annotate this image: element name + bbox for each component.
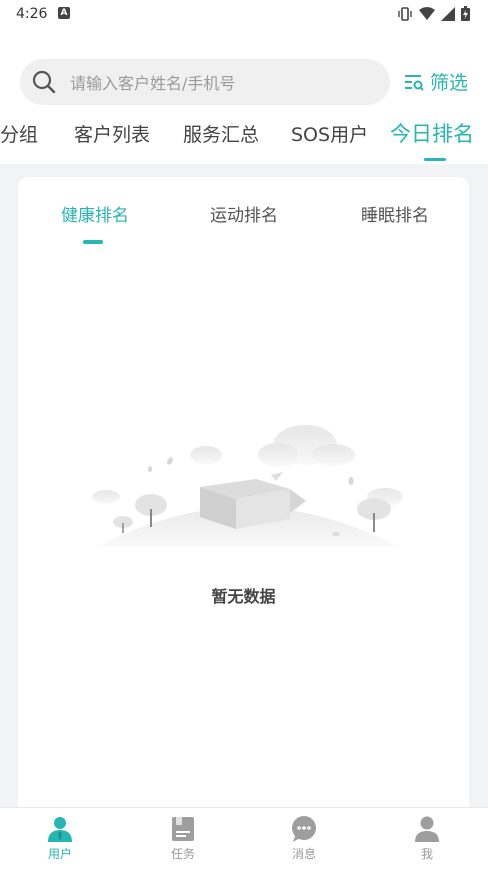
tab-sos-users[interactable]: SOS用户 xyxy=(291,120,368,147)
task-icon xyxy=(172,817,194,841)
nav-item-messages[interactable]: 消息 xyxy=(264,816,344,862)
nav-label-me: 我 xyxy=(420,847,433,861)
search-input[interactable] xyxy=(68,59,372,107)
notification-icon: A xyxy=(58,7,70,19)
signal-icon xyxy=(441,6,455,21)
header: 筛选 客户分组 客户列表 服务汇总 SOS用户 今日排名 xyxy=(0,28,488,164)
sub-tab-sleep-ranking[interactable]: 睡眠排名 xyxy=(361,201,429,226)
empty-message: 暂无数据 xyxy=(211,587,276,606)
nav-label-users: 用户 xyxy=(47,847,72,861)
tab-customer-list[interactable]: 客户列表 xyxy=(74,120,150,147)
bottom-nav: 用户 任务 消息 我 xyxy=(0,807,488,870)
user-badge-icon xyxy=(48,817,72,842)
nav-item-tasks[interactable]: 任务 xyxy=(143,816,223,862)
person-icon xyxy=(415,816,439,842)
ranking-card: 健康排名 运动排名 睡眠排名 暂无数据 xyxy=(18,177,469,827)
search-icon xyxy=(32,70,56,94)
wifi-icon xyxy=(419,6,435,20)
status-time: 4:26 xyxy=(16,6,48,22)
search-box[interactable] xyxy=(20,59,390,107)
nav-item-users[interactable]: 用户 xyxy=(20,816,100,862)
sub-tab-exercise-ranking[interactable]: 运动排名 xyxy=(210,201,278,226)
status-bar: 4:26 A xyxy=(0,0,488,28)
nav-label-messages: 消息 xyxy=(291,847,316,861)
filter-icon xyxy=(405,74,424,91)
message-icon xyxy=(292,816,316,842)
battery-icon xyxy=(461,6,470,21)
nav-item-me[interactable]: 我 xyxy=(387,816,467,862)
tab-indicator xyxy=(424,158,446,161)
tab-today-ranking[interactable]: 今日排名 xyxy=(390,118,474,148)
vibrate-icon xyxy=(398,6,412,21)
nav-label-tasks: 任务 xyxy=(170,847,195,861)
empty-state-illustration xyxy=(92,425,403,547)
filter-label: 筛选 xyxy=(430,72,469,94)
sub-tab-health-ranking[interactable]: 健康排名 xyxy=(61,201,129,226)
status-icons xyxy=(397,6,470,21)
tab-customer-group[interactable]: 客户分组 xyxy=(0,120,38,147)
tab-service-summary[interactable]: 服务汇总 xyxy=(183,120,259,147)
sub-tab-indicator xyxy=(83,240,103,244)
filter-button[interactable]: 筛选 xyxy=(404,68,468,95)
tab-bar: 客户分组 客户列表 服务汇总 SOS用户 今日排名 xyxy=(0,116,488,164)
